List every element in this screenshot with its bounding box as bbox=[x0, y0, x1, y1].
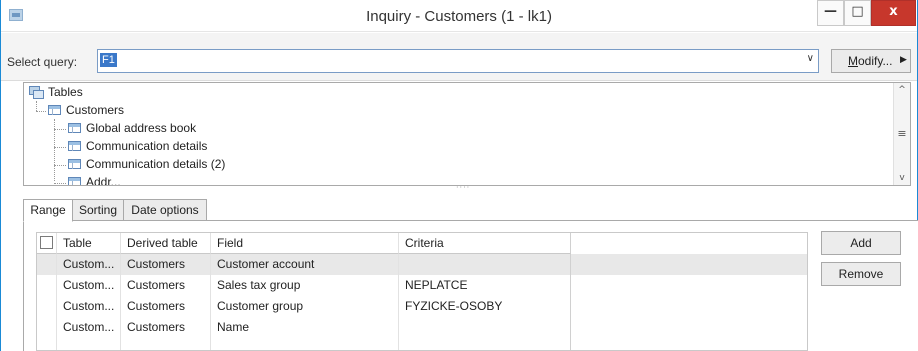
table-row[interactable]: Custom... Customers Name bbox=[37, 317, 807, 338]
tree-connector bbox=[36, 101, 37, 111]
row-selector[interactable] bbox=[37, 254, 57, 275]
inquiry-window: Inquiry - Customers (1 - lk1) — □ x Sele… bbox=[0, 0, 918, 351]
cell-table[interactable] bbox=[57, 338, 121, 350]
table-icon bbox=[68, 141, 81, 151]
tree-scrollbar[interactable]: ^ ≡ v bbox=[893, 83, 910, 185]
table-icon bbox=[68, 159, 81, 169]
query-toolbar: Select query: F1 ∨ Modify... ▶ bbox=[1, 33, 917, 81]
table-icon bbox=[68, 177, 81, 185]
cell-field[interactable]: Customer account bbox=[211, 254, 399, 275]
scroll-thumb[interactable]: ≡ bbox=[894, 127, 910, 140]
column-header-criteria[interactable]: Criteria bbox=[399, 233, 571, 254]
row-selector[interactable] bbox=[37, 275, 57, 296]
tree-node-child[interactable]: Communication details bbox=[68, 139, 207, 153]
cell-criteria[interactable] bbox=[399, 338, 571, 350]
tree-node-tables[interactable]: Tables bbox=[29, 85, 83, 99]
row-selector[interactable] bbox=[37, 296, 57, 317]
tree-connector bbox=[54, 129, 66, 130]
table-icon bbox=[48, 105, 61, 115]
data-source-tree[interactable]: Tables Customers Global address book Com… bbox=[23, 82, 911, 186]
tab-date-options[interactable]: Date options bbox=[123, 199, 207, 221]
scroll-up-icon[interactable]: ^ bbox=[894, 85, 910, 95]
add-button[interactable]: Add bbox=[821, 231, 901, 255]
cell-criteria[interactable]: NEPLATCE bbox=[399, 275, 571, 296]
cell-criteria[interactable] bbox=[399, 317, 571, 338]
select-all-checkbox[interactable] bbox=[40, 236, 53, 249]
tab-range[interactable]: Range bbox=[23, 199, 73, 222]
close-button[interactable]: x bbox=[871, 0, 916, 26]
table-icon bbox=[68, 123, 81, 133]
cell-criteria[interactable]: FYZICKE-OSOBY bbox=[399, 296, 571, 317]
maximize-button[interactable]: □ bbox=[844, 0, 871, 26]
arrow-right-icon: ▶ bbox=[900, 54, 907, 64]
title-bar[interactable]: Inquiry - Customers (1 - lk1) — □ x bbox=[1, 0, 917, 32]
tree-node-child[interactable]: Addr... bbox=[68, 175, 121, 185]
cell-table[interactable]: Custom... bbox=[57, 254, 121, 275]
window-title: Inquiry - Customers (1 - lk1) bbox=[366, 8, 552, 25]
column-header-table[interactable]: Table bbox=[57, 233, 121, 254]
select-all-cell[interactable] bbox=[37, 233, 57, 254]
tree-node-child[interactable]: Global address book bbox=[68, 121, 196, 135]
tab-sorting[interactable]: Sorting bbox=[72, 199, 124, 221]
table-row[interactable]: Custom... Customers Customer account bbox=[37, 254, 807, 275]
tree-node-customers[interactable]: Customers bbox=[48, 103, 124, 117]
modify-button[interactable]: Modify... ▶ bbox=[831, 49, 911, 73]
cell-derived-table[interactable]: Customers bbox=[121, 317, 211, 338]
table-row[interactable]: Custom... Customers Sales tax group NEPL… bbox=[37, 275, 807, 296]
cell-table[interactable]: Custom... bbox=[57, 317, 121, 338]
table-row[interactable]: Custom... Customers Customer group FYZIC… bbox=[37, 296, 807, 317]
scroll-down-icon[interactable]: v bbox=[894, 173, 910, 183]
grid-header-row: Table Derived table Field Criteria bbox=[37, 233, 807, 254]
cell-field[interactable]: Customer group bbox=[211, 296, 399, 317]
row-selector[interactable] bbox=[37, 317, 57, 338]
select-query-value: F1 bbox=[100, 53, 117, 67]
minimize-icon: — bbox=[824, 4, 837, 19]
cell-field[interactable] bbox=[211, 338, 399, 350]
cell-derived-table[interactable] bbox=[121, 338, 211, 350]
tree-node-child[interactable]: Communication details (2) bbox=[68, 157, 225, 171]
cell-criteria[interactable] bbox=[399, 254, 571, 275]
cell-derived-table[interactable]: Customers bbox=[121, 254, 211, 275]
cell-table[interactable]: Custom... bbox=[57, 296, 121, 317]
remove-button[interactable]: Remove bbox=[821, 262, 901, 286]
close-icon: x bbox=[889, 4, 898, 19]
cell-field[interactable]: Name bbox=[211, 317, 399, 338]
tree-connector bbox=[54, 147, 66, 148]
column-header-field[interactable]: Field bbox=[211, 233, 399, 254]
select-query-dropdown[interactable]: F1 ∨ bbox=[97, 49, 819, 73]
chevron-down-icon[interactable]: ∨ bbox=[807, 53, 814, 64]
tree-connector bbox=[54, 165, 66, 166]
cell-derived-table[interactable]: Customers bbox=[121, 296, 211, 317]
table-row-empty[interactable] bbox=[37, 338, 807, 350]
modify-button-label: Modify... bbox=[848, 54, 893, 68]
select-query-label: Select query: bbox=[7, 55, 78, 69]
cell-table[interactable]: Custom... bbox=[57, 275, 121, 296]
cell-derived-table[interactable]: Customers bbox=[121, 275, 211, 296]
splitter-handle[interactable]: ···· bbox=[456, 184, 476, 192]
tree-connector bbox=[54, 183, 66, 184]
row-selector[interactable] bbox=[37, 338, 57, 350]
range-grid[interactable]: Table Derived table Field Criteria Custo… bbox=[36, 232, 808, 351]
tables-icon bbox=[29, 86, 44, 99]
cell-field[interactable]: Sales tax group bbox=[211, 275, 399, 296]
minimize-button[interactable]: — bbox=[817, 0, 844, 26]
maximize-icon: □ bbox=[851, 4, 864, 19]
tree-connector bbox=[36, 111, 46, 112]
column-header-derived-table[interactable]: Derived table bbox=[121, 233, 211, 254]
